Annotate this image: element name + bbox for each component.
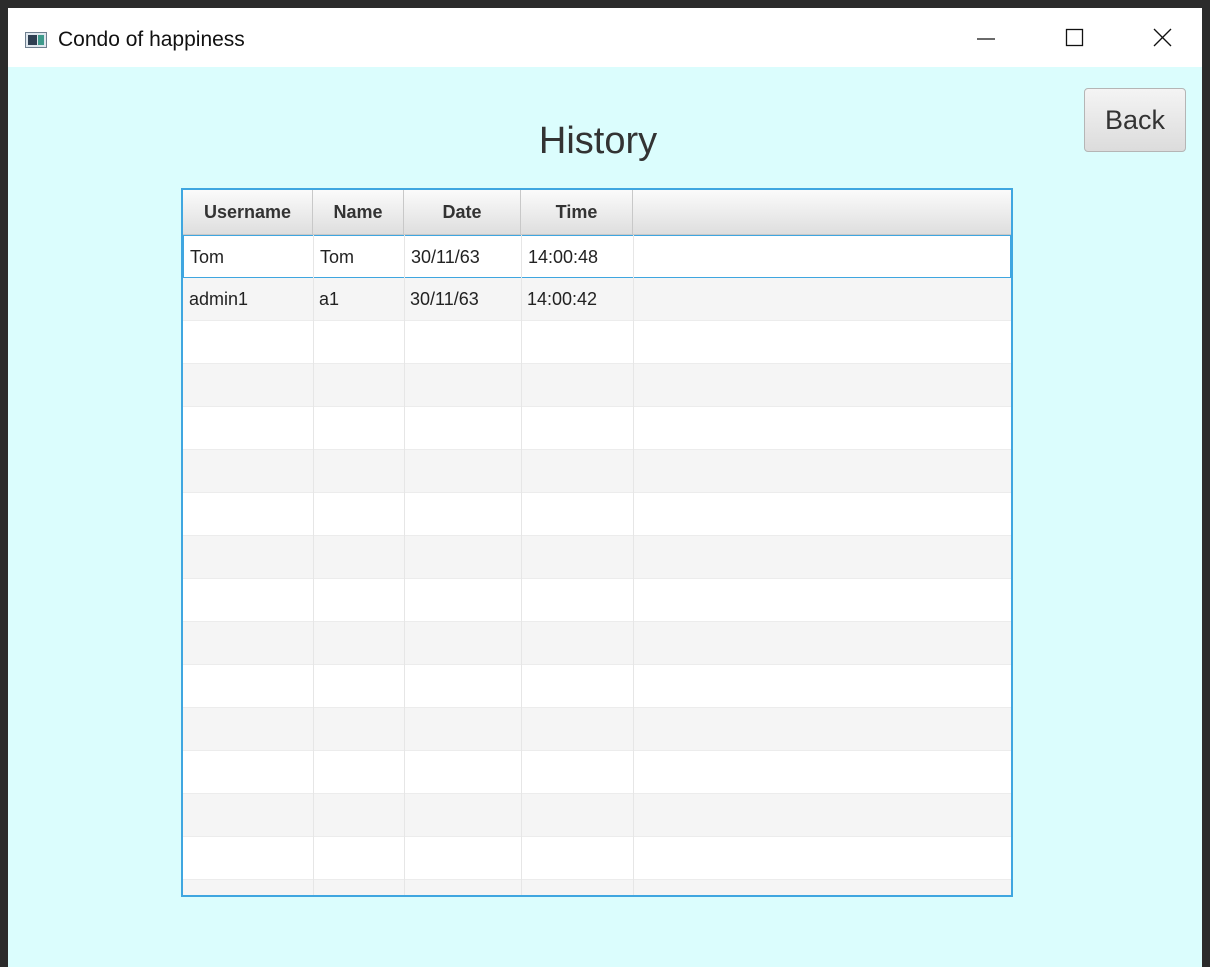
back-button[interactable]: Back [1084,88,1186,152]
table-row[interactable]: admin1 a1 30/11/63 14:00:42 [183,278,1011,321]
minimize-icon [977,38,995,40]
empty-table-row [183,837,1011,880]
history-pane: History Back Username Name Date Time Tom… [8,67,1202,967]
table-body: Tom Tom 30/11/63 14:00:48 admin1 a1 30/1… [183,235,1011,895]
cell-name: a1 [319,289,340,309]
cell-time: 14:00:48 [528,247,599,267]
minimize-button[interactable] [958,20,1004,60]
column-divider [404,235,405,895]
empty-table-row [183,708,1011,751]
app-window-icon [25,32,47,48]
empty-table-row [183,579,1011,622]
empty-table-row [183,364,1011,407]
empty-table-row [183,321,1011,364]
empty-table-row [183,493,1011,536]
cell-date: 30/11/63 [410,289,479,309]
history-table[interactable]: Username Name Date Time Tom Tom 30/11/63… [181,188,1013,897]
title-bar[interactable]: Condo of happiness [8,8,1202,67]
cell-name: Tom [320,247,355,267]
empty-table-row [183,880,1011,895]
app-window: Condo of happiness History Back Username… [8,8,1202,967]
empty-table-row [183,450,1011,493]
column-header-time[interactable]: Time [521,190,633,234]
table-header: Username Name Date Time [183,190,1011,235]
maximize-button[interactable] [1051,20,1097,60]
page-title: History [538,120,658,162]
cell-time: 14:00:42 [527,289,598,309]
column-header-username[interactable]: Username [183,190,313,234]
column-header-name[interactable]: Name [313,190,404,234]
column-divider [633,235,634,895]
close-button[interactable] [1139,20,1185,60]
maximize-icon [1065,28,1084,47]
column-header-date[interactable]: Date [404,190,521,234]
empty-table-row [183,407,1011,450]
empty-table-row [183,536,1011,579]
cell-date: 30/11/63 [411,247,480,267]
close-icon [1153,28,1172,47]
empty-table-row [183,751,1011,794]
empty-table-row [183,665,1011,708]
table-row[interactable]: Tom Tom 30/11/63 14:00:48 [183,235,1011,278]
empty-table-row [183,794,1011,837]
column-divider [521,235,522,895]
cell-username: Tom [190,247,225,267]
column-divider [313,235,314,895]
window-title: Condo of happiness [58,28,245,51]
cell-username: admin1 [189,289,249,309]
empty-table-row [183,622,1011,665]
